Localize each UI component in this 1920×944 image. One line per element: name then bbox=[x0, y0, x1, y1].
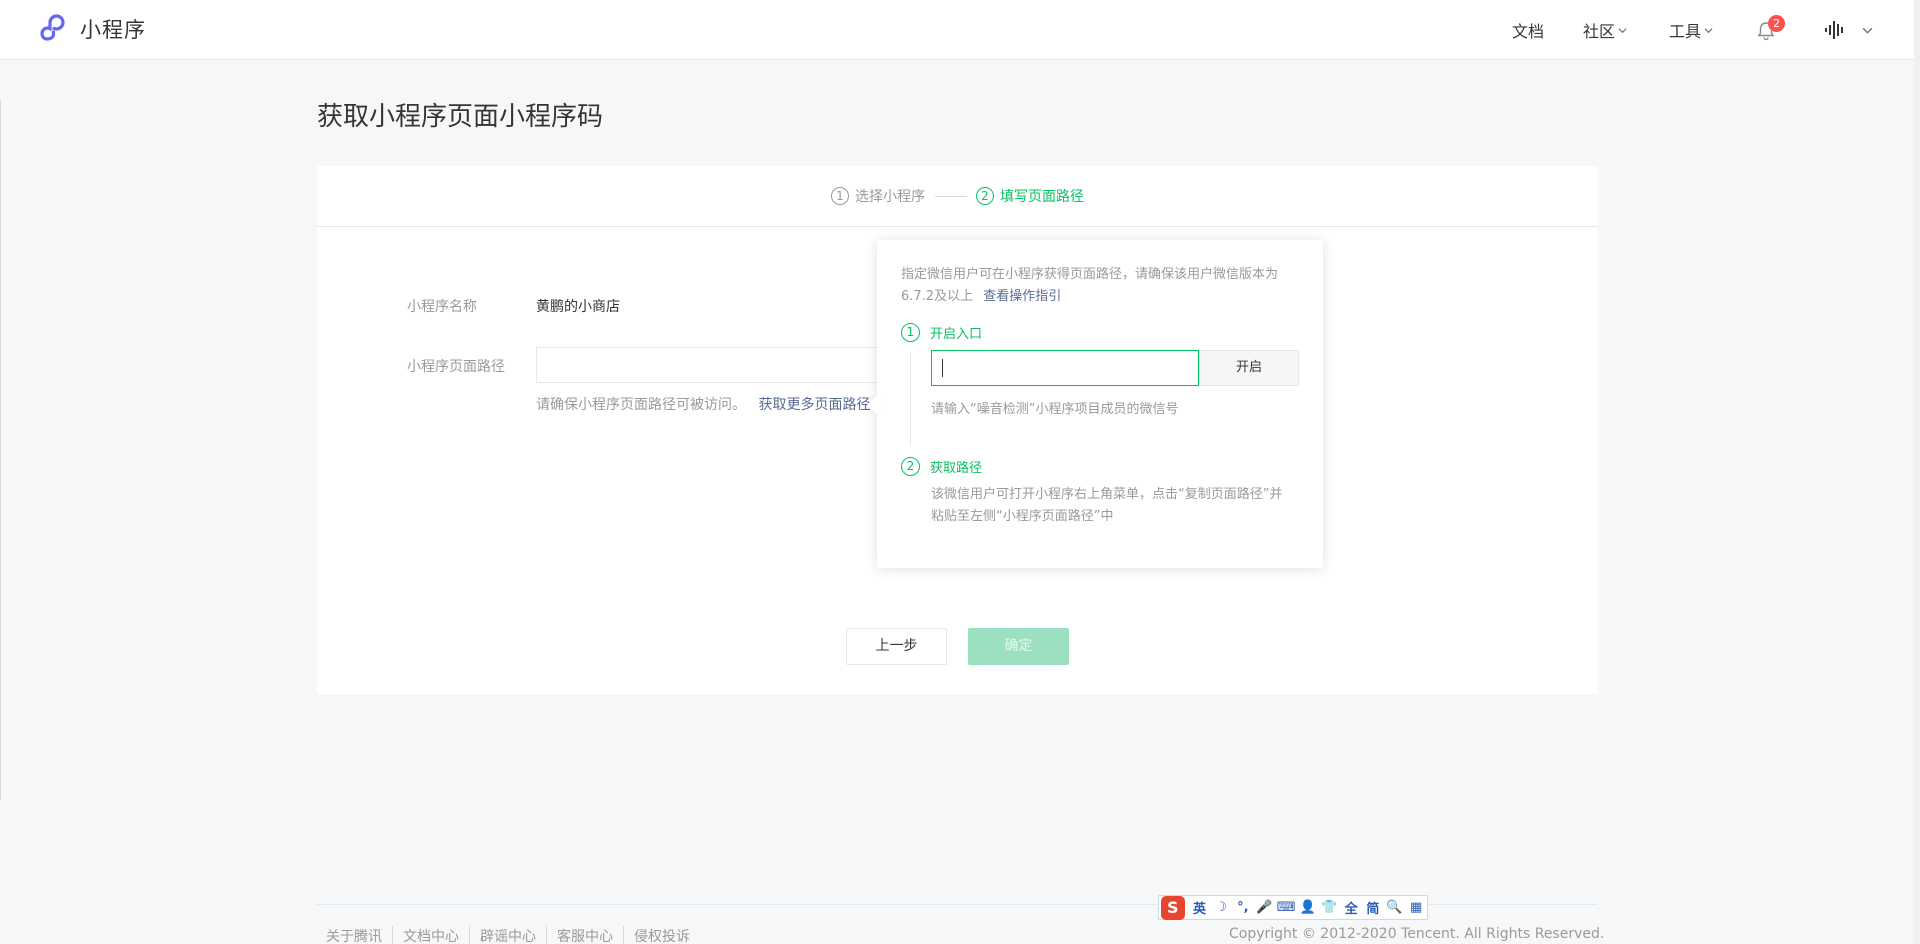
step-number: 1 bbox=[831, 187, 849, 205]
ime-keyboard-icon[interactable]: ⌨ bbox=[1275, 900, 1297, 915]
previous-step-button[interactable]: 上一步 bbox=[846, 628, 947, 665]
popover-step-get-path: 2 获取路径 bbox=[901, 457, 982, 476]
steps-bar: 1 选择小程序 2 填写页面路径 bbox=[317, 166, 1598, 227]
footer-link-complaint[interactable]: 侵权投诉 bbox=[623, 926, 700, 944]
page-path-input[interactable] bbox=[536, 347, 916, 383]
page-path-label: 小程序页面路径 bbox=[407, 359, 505, 375]
ime-user-icon[interactable]: 👤 bbox=[1297, 900, 1319, 915]
ime-mic-icon[interactable]: 🎤 bbox=[1254, 900, 1276, 915]
nav-tools-trigger[interactable]: 工具 bbox=[1669, 18, 1713, 42]
step-number: 2 bbox=[976, 187, 994, 205]
popover-step-connector bbox=[910, 353, 911, 445]
ime-lang-toggle[interactable]: 英 bbox=[1189, 898, 1211, 917]
wechat-id-tip: 请输入“噪音检测”小程序项目成员的微信号 bbox=[931, 402, 1179, 417]
ime-search-icon[interactable]: 🔍 bbox=[1384, 900, 1406, 915]
open-entry-button[interactable]: 开启 bbox=[1199, 350, 1299, 386]
nav-community-trigger[interactable]: 社区 bbox=[1583, 18, 1627, 42]
left-divider bbox=[0, 100, 1, 800]
app-name: 小程序 bbox=[80, 18, 146, 42]
step-title: 获取路径 bbox=[930, 461, 983, 476]
more-page-paths-link[interactable]: 获取更多页面路径 bbox=[758, 397, 870, 413]
get-path-instructions: 该微信用户可打开小程序右上角菜单，点击“复制页面路径”并粘贴至左侧“小程序页面路… bbox=[931, 487, 1283, 524]
nav-tools-label: 工具 bbox=[1669, 22, 1702, 41]
nav-community-label: 社区 bbox=[1583, 22, 1616, 41]
step-select-miniprogram: 1 选择小程序 bbox=[831, 186, 925, 206]
account-chevron-down-icon[interactable] bbox=[1862, 25, 1873, 36]
page-path-hint: 请确保小程序页面路径可被访问。 获取更多页面路径 bbox=[536, 394, 870, 414]
top-header: 小程序 文档 社区 工具 2 bbox=[0, 0, 1914, 60]
ime-fullwidth-toggle[interactable]: 全 bbox=[1340, 898, 1362, 917]
nav-docs[interactable]: 文档 bbox=[1512, 0, 1544, 60]
step-connector bbox=[935, 196, 967, 197]
popover-description-text: 指定微信用户可在小程序获得页面路径，请确保该用户微信版本为6.7.2及以上 bbox=[901, 267, 1279, 304]
nav-docs-label: 文档 bbox=[1512, 22, 1545, 41]
text-caret bbox=[942, 359, 943, 377]
step-number: 1 bbox=[901, 323, 920, 342]
miniprogram-name-value: 黄鹏的小商店 bbox=[536, 299, 620, 315]
ime-skin-icon[interactable]: 👕 bbox=[1319, 900, 1341, 915]
notification-badge: 2 bbox=[1768, 15, 1785, 32]
path-helper-popover: 指定微信用户可在小程序获得页面路径，请确保该用户微信版本为6.7.2及以上 查看… bbox=[867, 240, 1323, 568]
miniprogram-logo-icon bbox=[40, 14, 65, 41]
footer-link-docs[interactable]: 文档中心 bbox=[392, 926, 469, 944]
step-title: 开启入口 bbox=[930, 327, 983, 342]
wechat-id-input[interactable] bbox=[931, 350, 1199, 386]
miniprogram-name-label: 小程序名称 bbox=[407, 299, 477, 315]
ime-menu-icon[interactable]: ▦ bbox=[1405, 900, 1427, 915]
ime-moon-icon[interactable]: ☽ bbox=[1210, 900, 1232, 915]
footer-link-about[interactable]: 关于腾讯 bbox=[326, 926, 392, 944]
chevron-down-icon bbox=[1618, 27, 1627, 33]
operation-guide-link[interactable]: 查看操作指引 bbox=[983, 289, 1061, 304]
page-title: 获取小程序页面小程序码 bbox=[317, 102, 604, 132]
popover-description: 指定微信用户可在小程序获得页面路径，请确保该用户微信版本为6.7.2及以上 查看… bbox=[901, 264, 1301, 308]
ime-simplified-toggle[interactable]: 简 bbox=[1362, 898, 1384, 917]
step-label: 选择小程序 bbox=[855, 189, 925, 205]
footer-link-service[interactable]: 客服中心 bbox=[546, 926, 623, 944]
popover-step-open-entry: 1 开启入口 bbox=[901, 323, 982, 342]
page-scrollbar[interactable] bbox=[1914, 0, 1920, 944]
confirm-button[interactable]: 确定 bbox=[968, 628, 1069, 665]
step-number: 2 bbox=[901, 457, 920, 476]
ime-punct-icon[interactable]: °, bbox=[1232, 900, 1254, 915]
copyright-text: Copyright © 2012-2020 Tencent. All Right… bbox=[1229, 926, 1605, 942]
sogou-logo-icon[interactable]: S bbox=[1161, 895, 1185, 920]
ime-toolbar[interactable]: S 英 ☽ °, 🎤 ⌨ 👤 👕 全 简 🔍 ▦ bbox=[1158, 895, 1428, 920]
app-logo[interactable]: 小程序 bbox=[38, 12, 146, 46]
step-label: 填写页面路径 bbox=[1000, 189, 1084, 205]
account-avatar-icon[interactable] bbox=[1824, 20, 1846, 40]
chevron-down-icon bbox=[1704, 27, 1713, 33]
page-path-hint-text: 请确保小程序页面路径可被访问。 bbox=[536, 397, 746, 413]
footer-link-rumor[interactable]: 辟谣中心 bbox=[469, 926, 546, 944]
step-fill-page-path: 2 填写页面路径 bbox=[976, 186, 1084, 206]
nav-tools[interactable]: 工具 bbox=[1669, 0, 1713, 60]
footer-links: 关于腾讯 文档中心 辟谣中心 客服中心 侵权投诉 bbox=[326, 926, 700, 944]
nav-community[interactable]: 社区 bbox=[1583, 0, 1627, 60]
